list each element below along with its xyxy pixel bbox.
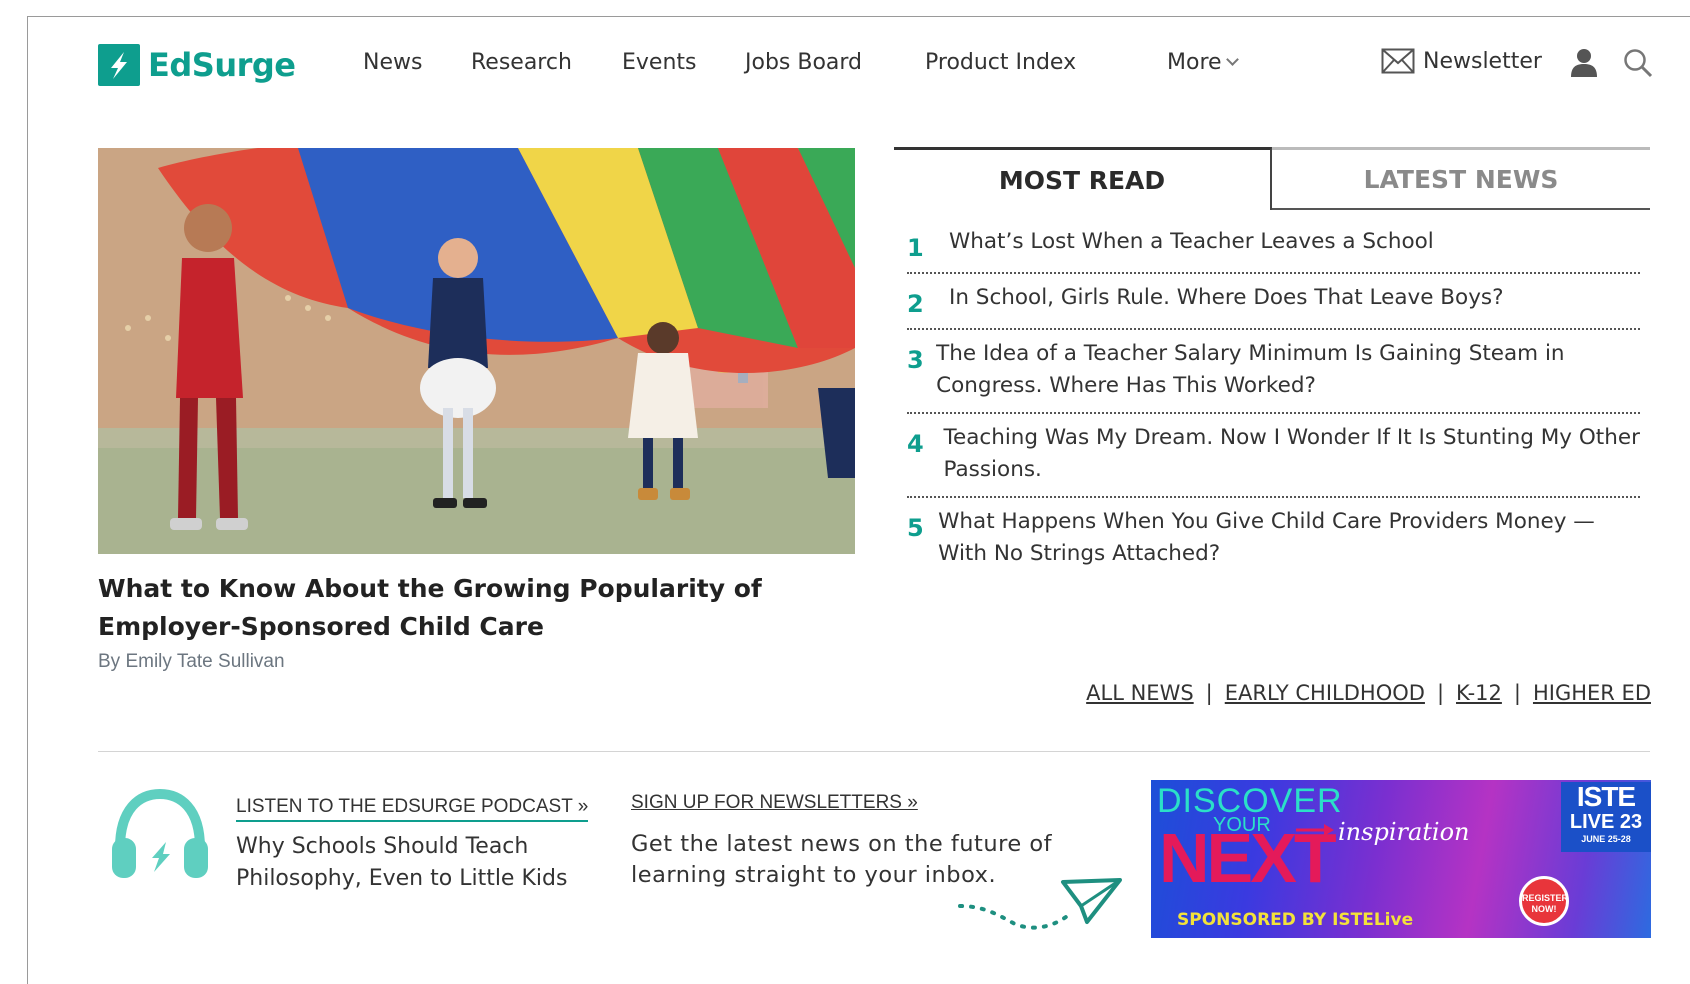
ad-inspiration: inspiration: [1338, 818, 1470, 846]
user-icon[interactable]: [1570, 48, 1598, 78]
bolt-icon: [98, 44, 140, 86]
hero-author[interactable]: By Emily Tate Sullivan: [98, 651, 285, 673]
news-tabs: MOST READ LATEST NEWS: [894, 147, 1650, 210]
newsletter-link[interactable]: Newsletter: [1381, 48, 1542, 74]
iste-title: ISTE: [1576, 781, 1636, 812]
separator: |: [1436, 681, 1445, 705]
separator: |: [1513, 681, 1521, 705]
iste-dates: JUNE 25-28: [1581, 834, 1631, 844]
nav-jobs-board[interactable]: Jobs Board: [745, 50, 862, 75]
chevron-down-icon: [1225, 53, 1239, 66]
list-item[interactable]: 4 Teaching Was My Dream. Now I Wonder If…: [907, 414, 1640, 498]
ad-your: YOUR: [1213, 814, 1271, 836]
list-item[interactable]: 3 The Idea of a Teacher Salary Minimum I…: [907, 330, 1640, 414]
paper-plane-icon: [958, 878, 1122, 930]
list-item-title: Teaching Was My Dream. Now I Wonder If I…: [943, 425, 1640, 482]
isteliive-ad[interactable]: DISCOVER NEXT YOUR inspiration ISTE LIVE…: [1151, 780, 1651, 938]
hero-title[interactable]: What to Know About the Growing Popularit…: [98, 570, 818, 646]
list-item-title: The Idea of a Teacher Salary Minimum Is …: [936, 341, 1565, 398]
list-item-number: 1: [907, 234, 924, 262]
nav-events[interactable]: Events: [622, 50, 697, 75]
list-item-number: 2: [907, 290, 924, 318]
search-icon[interactable]: [1623, 48, 1653, 78]
section-divider: [98, 751, 1650, 752]
list-item-title: In School, Girls Rule. Where Does That L…: [949, 285, 1504, 310]
nav-research[interactable]: Research: [471, 50, 572, 75]
edsurge-logo[interactable]: EdSurge: [98, 44, 296, 86]
mail-icon: [1381, 48, 1415, 74]
podcast-title[interactable]: Why Schools Should Teach Philosophy, Eve…: [236, 831, 576, 895]
list-item-title: What’s Lost When a Teacher Leaves a Scho…: [949, 229, 1434, 254]
nav-more-label: More: [1167, 50, 1222, 75]
tab-latest-news[interactable]: LATEST NEWS: [1272, 147, 1650, 210]
podcast-link[interactable]: LISTEN TO THE EDSURGE PODCAST »: [236, 796, 589, 822]
list-item[interactable]: 1 What’s Lost When a Teacher Leaves a Sc…: [907, 218, 1640, 274]
iste-badge: ISTE LIVE 23 JUNE 25-28: [1561, 782, 1651, 852]
ad-sponsored: SPONSORED BY ISTELive: [1177, 910, 1414, 930]
register-now-button[interactable]: REGISTER NOW!: [1519, 876, 1569, 926]
arrow-right-icon: [1296, 824, 1334, 836]
newsletter-signup-link[interactable]: SIGN UP FOR NEWSLETTERS »: [631, 792, 918, 814]
link-early-childhood[interactable]: EARLY CHILDHOOD: [1225, 681, 1425, 705]
list-item-number: 4: [907, 430, 924, 458]
newsletter-label: Newsletter: [1423, 48, 1542, 74]
list-item[interactable]: 2 In School, Girls Rule. Where Does That…: [907, 274, 1640, 330]
logo-text: EdSurge: [148, 46, 296, 84]
hero-illustration: [98, 148, 855, 554]
nav-news[interactable]: News: [363, 50, 422, 75]
iste-live: LIVE 23: [1569, 811, 1643, 833]
nav-product-index[interactable]: Product Index: [925, 50, 1076, 75]
list-item-number: 5: [907, 514, 924, 542]
link-k12[interactable]: K-12: [1456, 681, 1502, 705]
nav-more[interactable]: More: [1167, 50, 1239, 75]
hero-image[interactable]: [98, 148, 855, 554]
headphones-icon: [112, 788, 208, 878]
most-read-list: 1 What’s Lost When a Teacher Leaves a Sc…: [907, 218, 1640, 580]
tab-most-read[interactable]: MOST READ: [894, 147, 1272, 210]
list-item-number: 3: [907, 346, 924, 374]
link-higher-ed[interactable]: HIGHER ED: [1533, 681, 1651, 705]
list-item[interactable]: 5 What Happens When You Give Child Care …: [907, 498, 1640, 580]
list-item-title: What Happens When You Give Child Care Pr…: [938, 509, 1595, 566]
separator: |: [1205, 681, 1213, 705]
category-links: ALL NEWS | EARLY CHILDHOOD | K-12 | HIGHER ED: [1086, 681, 1651, 705]
link-all-news[interactable]: ALL NEWS: [1086, 681, 1194, 705]
